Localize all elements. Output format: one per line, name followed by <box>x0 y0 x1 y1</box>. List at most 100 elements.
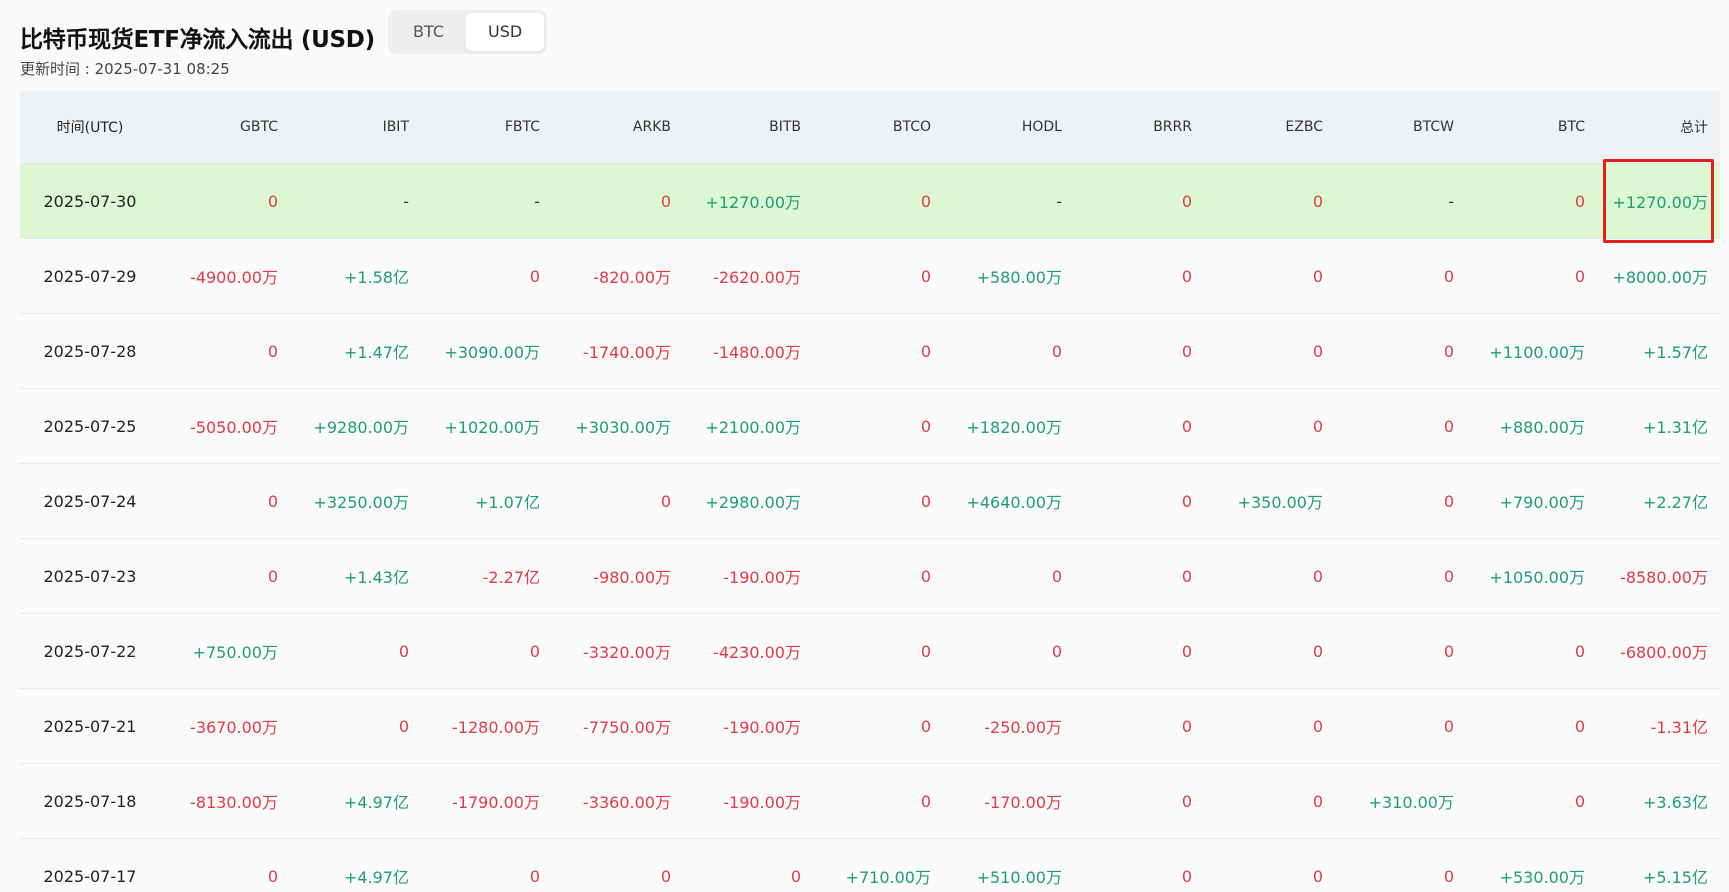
flow-cell: 0 <box>529 266 540 286</box>
total-cell: -1.31亿 <box>1650 718 1708 737</box>
flow-cell: 0 <box>1181 566 1192 586</box>
flow-cell: 0 <box>660 491 671 511</box>
flow-cell: -8130.00万 <box>190 793 278 812</box>
flow-cell: +1.43亿 <box>343 568 409 587</box>
flow-cell: -1480.00万 <box>713 343 801 362</box>
flow-cell: 0 <box>920 641 931 661</box>
total-cell: +2.27亿 <box>1642 493 1708 512</box>
date-cell: 2025-07-25 <box>43 416 137 436</box>
flow-cell: 0 <box>1443 866 1454 886</box>
total-cell: -6800.00万 <box>1620 643 1708 662</box>
flow-cell: 0 <box>920 716 931 736</box>
flow-cell: +580.00万 <box>976 268 1062 287</box>
page-title: 比特币现货ETF净流入流出 (USD) <box>20 27 375 53</box>
flow-cell: +1.47亿 <box>343 343 409 362</box>
flow-cell: 0 <box>1181 641 1192 661</box>
total-cell: +1.57亿 <box>1642 343 1708 362</box>
table-row: 2025-07-17 0 +4.97亿 0 0 0 +710.00万 +510.00万 0 0 0 +… <box>20 839 1720 892</box>
column-header-hodl: HODL <box>1021 118 1062 135</box>
flow-cell: 0 <box>1443 416 1454 436</box>
flow-cell: +9280.00万 <box>313 418 409 437</box>
flow-cell: 0 <box>1181 491 1192 511</box>
flow-cell: 0 <box>920 266 931 286</box>
flow-cell: - <box>1448 191 1454 211</box>
flow-cell: 0 <box>1051 341 1062 361</box>
flow-cell: +3250.00万 <box>313 493 409 512</box>
flow-cell: 0 <box>1181 866 1192 886</box>
flow-cell: 0 <box>790 866 801 886</box>
column-header-date: 时间(UTC) <box>56 119 124 136</box>
flow-cell: +710.00万 <box>845 868 931 887</box>
flow-cell: +1020.00万 <box>444 418 540 437</box>
flow-cell: 0 <box>267 191 278 211</box>
date-cell: 2025-07-17 <box>43 866 137 886</box>
flow-cell: 0 <box>1051 641 1062 661</box>
flow-cell: 0 <box>920 791 931 811</box>
flow-cell: +4.97亿 <box>343 793 409 812</box>
flow-cell: +880.00万 <box>1499 418 1585 437</box>
column-header-ibit: IBIT <box>382 118 409 135</box>
flow-cell: 0 <box>267 491 278 511</box>
flow-cell: 0 <box>1443 641 1454 661</box>
table-row: 2025-07-21 -3670.00万 0 -1280.00万 -7750.00万 -1… <box>20 689 1720 764</box>
table-row: 2025-07-30 0 - - 0 +1270.00万 0 - 0 0 - 0 +1270.00万 <box>20 159 1720 243</box>
flow-cell: -3670.00万 <box>190 718 278 737</box>
flow-cell: 0 <box>1051 566 1062 586</box>
flow-cell: 0 <box>1181 791 1192 811</box>
flow-cell: -3360.00万 <box>583 793 671 812</box>
flow-cell: 0 <box>920 416 931 436</box>
flow-cell: 0 <box>1574 191 1585 211</box>
total-cell: +5.15亿 <box>1642 868 1708 887</box>
column-header-ezbc: EZBC <box>1285 118 1323 135</box>
flow-cell: 0 <box>1443 716 1454 736</box>
flow-cell: -1740.00万 <box>583 343 671 362</box>
column-header-btcw: BTCW <box>1413 118 1454 135</box>
flow-cell: -2620.00万 <box>713 268 801 287</box>
flow-cell: 0 <box>398 716 409 736</box>
flow-cell: 0 <box>1312 716 1323 736</box>
flow-cell: +1270.00万 <box>705 193 801 212</box>
flow-cell: +4640.00万 <box>966 493 1062 512</box>
flow-cell: 0 <box>1181 416 1192 436</box>
total-cell: +1270.00万 <box>1597 159 1720 243</box>
flow-cell: 0 <box>1574 716 1585 736</box>
toggle-usd-button[interactable]: USD <box>465 13 545 51</box>
flow-cell: 0 <box>920 341 931 361</box>
unit-toggle: BTC USD <box>388 10 548 54</box>
flow-cell: 0 <box>529 641 540 661</box>
flow-cell: -3320.00万 <box>583 643 671 662</box>
flow-cell: 0 <box>1574 791 1585 811</box>
column-header-btco: BTCO <box>892 118 931 135</box>
column-header-gbtc: GBTC <box>240 118 278 135</box>
flow-cell: -190.00万 <box>723 718 801 737</box>
flow-cell: 0 <box>660 191 671 211</box>
total-cell: +1.31亿 <box>1642 418 1708 437</box>
flow-cell: 0 <box>529 866 540 886</box>
flow-cell: -820.00万 <box>593 268 671 287</box>
total-cell: +8000.00万 <box>1612 268 1708 287</box>
table-row: 2025-07-29 -4900.00万 +1.58亿 0 -820.00万 -2620.… <box>20 239 1720 314</box>
column-header-bitb: BITB <box>769 118 801 135</box>
flow-cell: -2.27亿 <box>482 568 540 587</box>
toggle-btc-button[interactable]: BTC <box>391 13 466 51</box>
column-header-arkb: ARKB <box>632 118 671 135</box>
flow-cell: +3090.00万 <box>444 343 540 362</box>
flow-cell: - <box>534 191 540 211</box>
table-row: 2025-07-24 0 +3250.00万 +1.07亿 0 +2980.00万 0 +46… <box>20 464 1720 539</box>
flow-cell: -1280.00万 <box>452 718 540 737</box>
flow-cell: +1.58亿 <box>343 268 409 287</box>
date-cell: 2025-07-30 <box>43 191 137 211</box>
flow-cell: +4.97亿 <box>343 868 409 887</box>
flow-cell: +790.00万 <box>1499 493 1585 512</box>
column-header-总计: 总计 <box>1680 119 1708 136</box>
table-row: 2025-07-25 -5050.00万 +9280.00万 +1020.00万 +30… <box>20 389 1720 464</box>
flow-cell: 0 <box>1181 266 1192 286</box>
flow-cell: -4900.00万 <box>190 268 278 287</box>
column-header-btc: BTC <box>1557 118 1585 135</box>
flow-cell: 0 <box>1574 266 1585 286</box>
flow-cell: 0 <box>398 641 409 661</box>
flow-cell: 0 <box>1443 266 1454 286</box>
flow-cell: 0 <box>1181 341 1192 361</box>
flow-cell: -1790.00万 <box>452 793 540 812</box>
flow-cell: +350.00万 <box>1237 493 1323 512</box>
